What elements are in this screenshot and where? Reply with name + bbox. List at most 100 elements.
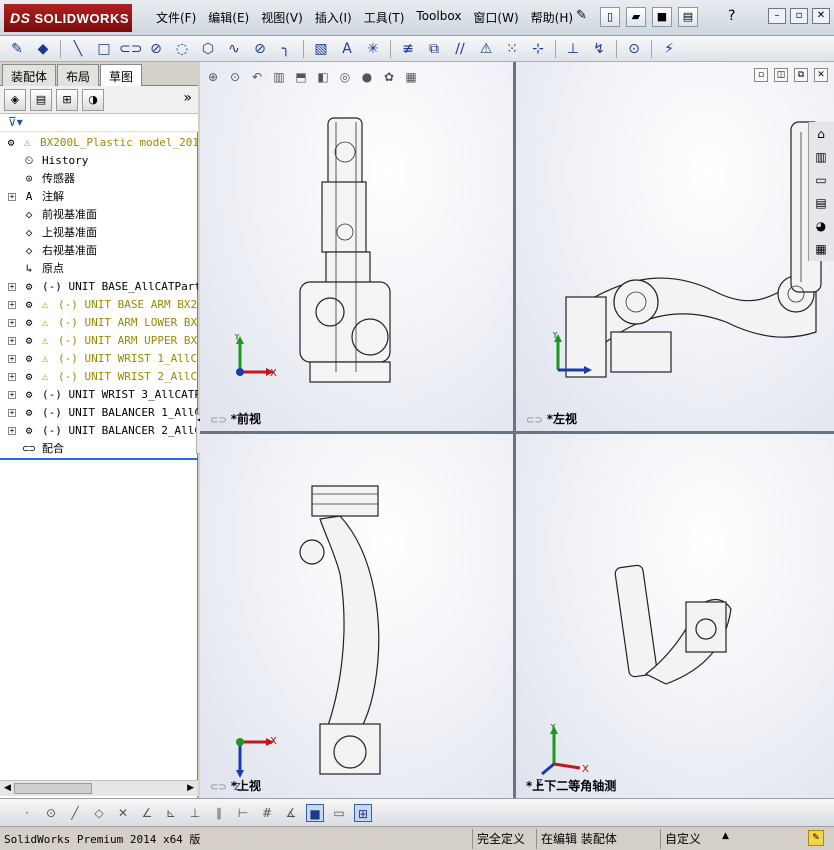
new-document-icon[interactable]: ▯: [600, 7, 620, 27]
link-views-icon[interactable]: ⊂⊃: [210, 415, 227, 426]
move-entities-icon[interactable]: ⊹: [527, 39, 549, 59]
tab-assembly[interactable]: 装配体: [2, 64, 57, 86]
tree-node[interactable]: + ⚙ ⚠ (-) UNIT ARM UPPER BX20: [0, 332, 198, 350]
slot-icon[interactable]: ⊂⊃: [119, 39, 142, 59]
graphics-area[interactable]: ⊕ ⊙ ↶ ▥ ⬒ ◧ ◎ ● ✿ ▦ Y X ⊂⊃ *前视 ▫ ◫ ⧉ ✕ ⌂…: [200, 62, 834, 798]
spline-icon[interactable]: ∿: [223, 39, 245, 59]
display-relations-icon[interactable]: ⊥: [562, 39, 584, 59]
dimension-icon[interactable]: ⊢: [234, 804, 252, 822]
mirror-icon[interactable]: ⚠: [475, 39, 497, 59]
viewport-top[interactable]: X Z ⊂⊃ *上视: [200, 434, 513, 798]
tree-node[interactable]: ⊂⊃ 配合: [0, 440, 198, 458]
file-explorer-icon[interactable]: ▭: [809, 169, 833, 191]
expand-icon[interactable]: +: [8, 301, 16, 309]
smart-dimension-icon[interactable]: ✎: [6, 39, 28, 59]
expand-icon[interactable]: +: [8, 373, 16, 381]
viewport-dimetric[interactable]: Y X Z *上下二等角轴测: [516, 434, 834, 798]
close-icon[interactable]: ✕: [812, 8, 830, 24]
design-library-icon[interactable]: ▥: [809, 146, 833, 168]
tree-node[interactable]: + ⚙ (-) UNIT WRIST 3_AllCATPar: [0, 386, 198, 404]
parallel-icon[interactable]: ∥: [210, 804, 228, 822]
intersection-icon[interactable]: ✕: [114, 804, 132, 822]
grid-icon[interactable]: #: [258, 804, 276, 822]
open-folder-icon[interactable]: ▰: [626, 7, 646, 27]
menu-window[interactable]: 窗口(W): [467, 9, 524, 26]
expand-icon[interactable]: +: [8, 319, 16, 327]
scroll-left-icon[interactable]: ◀: [4, 783, 11, 793]
expand-icon[interactable]: +: [8, 391, 16, 399]
menu-view[interactable]: 视图(V): [255, 9, 309, 26]
more-icon[interactable]: »: [183, 90, 192, 106]
property-manager-icon[interactable]: ▤: [30, 88, 52, 111]
menu-file[interactable]: 文件(F): [150, 9, 202, 26]
print-icon[interactable]: ▤: [678, 7, 698, 27]
save-icon[interactable]: ■: [652, 7, 672, 27]
display-manager-icon[interactable]: ◑: [82, 88, 104, 111]
menu-insert[interactable]: 插入(I): [309, 9, 358, 26]
line-icon[interactable]: ╲: [67, 39, 89, 59]
tree-node[interactable]: ◇ 右视基准面: [0, 242, 198, 260]
shaded-icon[interactable]: ■: [306, 803, 324, 822]
units-up-icon[interactable]: ▲: [722, 831, 729, 841]
menu-edit[interactable]: 编辑(E): [202, 9, 255, 26]
tree-node[interactable]: + ⚙ (-) UNIT BALANCER 2_AllCA: [0, 422, 198, 440]
menu-toolbox[interactable]: Toolbox: [410, 9, 467, 26]
instant2d-icon[interactable]: ⚡: [658, 39, 680, 59]
ellipse-icon[interactable]: ⊘: [249, 39, 271, 59]
units-selector[interactable]: 自定义: [660, 829, 760, 849]
view-palette-icon[interactable]: ▤: [809, 192, 833, 214]
tree-node[interactable]: + ⚙ (-) UNIT BASE_AllCATPart<1: [0, 278, 198, 296]
viewport-front[interactable]: ⊕ ⊙ ↶ ▥ ⬒ ◧ ◎ ● ✿ ▦ Y X ⊂⊃ *前视: [200, 62, 513, 431]
wireframe-icon[interactable]: ▭: [330, 804, 348, 822]
arc-icon[interactable]: ◌: [171, 39, 193, 59]
tree-node[interactable]: ◇ 上视基准面: [0, 224, 198, 242]
scroll-thumb[interactable]: [14, 783, 92, 794]
perpendicular-icon[interactable]: ⊥: [186, 804, 204, 822]
four-view-icon[interactable]: ⊞: [354, 803, 372, 822]
expand-icon[interactable]: +: [8, 337, 16, 345]
sketch-icon[interactable]: ◆: [32, 39, 54, 59]
tree-node[interactable]: ⚙ ⚠ BX200L_Plastic model_20120: [0, 134, 198, 152]
expand-icon[interactable]: +: [8, 427, 16, 435]
tab-layout[interactable]: 布局: [57, 64, 100, 86]
repair-sketch-icon[interactable]: ↯: [588, 39, 610, 59]
minimize-icon[interactable]: –: [768, 8, 786, 24]
angle-icon[interactable]: ∠: [138, 804, 156, 822]
tree-node[interactable]: + ⚙ ⚠ (-) UNIT WRIST 1_AllCAT: [0, 350, 198, 368]
text-icon[interactable]: A: [336, 39, 358, 59]
polygon-icon[interactable]: ⬡: [197, 39, 219, 59]
link-views-icon[interactable]: ⊂⊃: [210, 782, 227, 793]
menu-help[interactable]: 帮助(H): [525, 9, 579, 26]
expand-icon[interactable]: +: [8, 283, 16, 291]
restore-icon[interactable]: ▫: [790, 8, 808, 24]
center-point-icon[interactable]: ⊙: [42, 804, 60, 822]
tree-node[interactable]: ⊙ 传感器: [0, 170, 198, 188]
tree-node[interactable]: + A 注解: [0, 188, 198, 206]
linear-pattern-icon[interactable]: ⁙: [501, 39, 523, 59]
rectangle-icon[interactable]: □: [93, 39, 115, 59]
fillet-icon[interactable]: ╮: [275, 39, 297, 59]
appearances-icon[interactable]: ◕: [809, 215, 833, 237]
plane-sketch-icon[interactable]: ▧: [310, 39, 332, 59]
note-icon[interactable]: ✎: [808, 830, 824, 846]
feature-manager-icon[interactable]: ◈: [4, 88, 26, 111]
point-icon[interactable]: ✳: [362, 39, 384, 59]
scroll-right-icon[interactable]: ▶: [187, 783, 194, 793]
pin-icon[interactable]: ✎: [576, 8, 587, 23]
tangent-icon[interactable]: ⊾: [162, 804, 180, 822]
horizontal-scrollbar[interactable]: ◀ ▶: [0, 780, 198, 796]
trim-icon[interactable]: ≢: [397, 39, 419, 59]
circle-icon[interactable]: ⊘: [145, 39, 167, 59]
expand-icon[interactable]: +: [8, 193, 16, 201]
convert-entities-icon[interactable]: ⧉: [423, 39, 445, 59]
link-views-icon[interactable]: ⊂⊃: [526, 415, 543, 426]
resources-icon[interactable]: ⌂: [809, 123, 833, 145]
rapid-sketch-icon[interactable]: ⊙: [623, 39, 645, 59]
dot-icon[interactable]: ·: [18, 804, 36, 822]
offset-icon[interactable]: ∕∕: [449, 39, 471, 59]
expand-icon[interactable]: +: [8, 355, 16, 363]
line-snap-icon[interactable]: ╱: [66, 804, 84, 822]
viewport-left[interactable]: ▫ ◫ ⧉ ✕ ⌂ ▥ ▭ ▤ ◕ ▦ Y ⊂⊃ *左视: [516, 62, 834, 431]
tree-node[interactable]: + ⚙ (-) UNIT BALANCER 1_AllCA: [0, 404, 198, 422]
tree-node[interactable]: + ⚙ ⚠ (-) UNIT ARM LOWER BX20: [0, 314, 198, 332]
